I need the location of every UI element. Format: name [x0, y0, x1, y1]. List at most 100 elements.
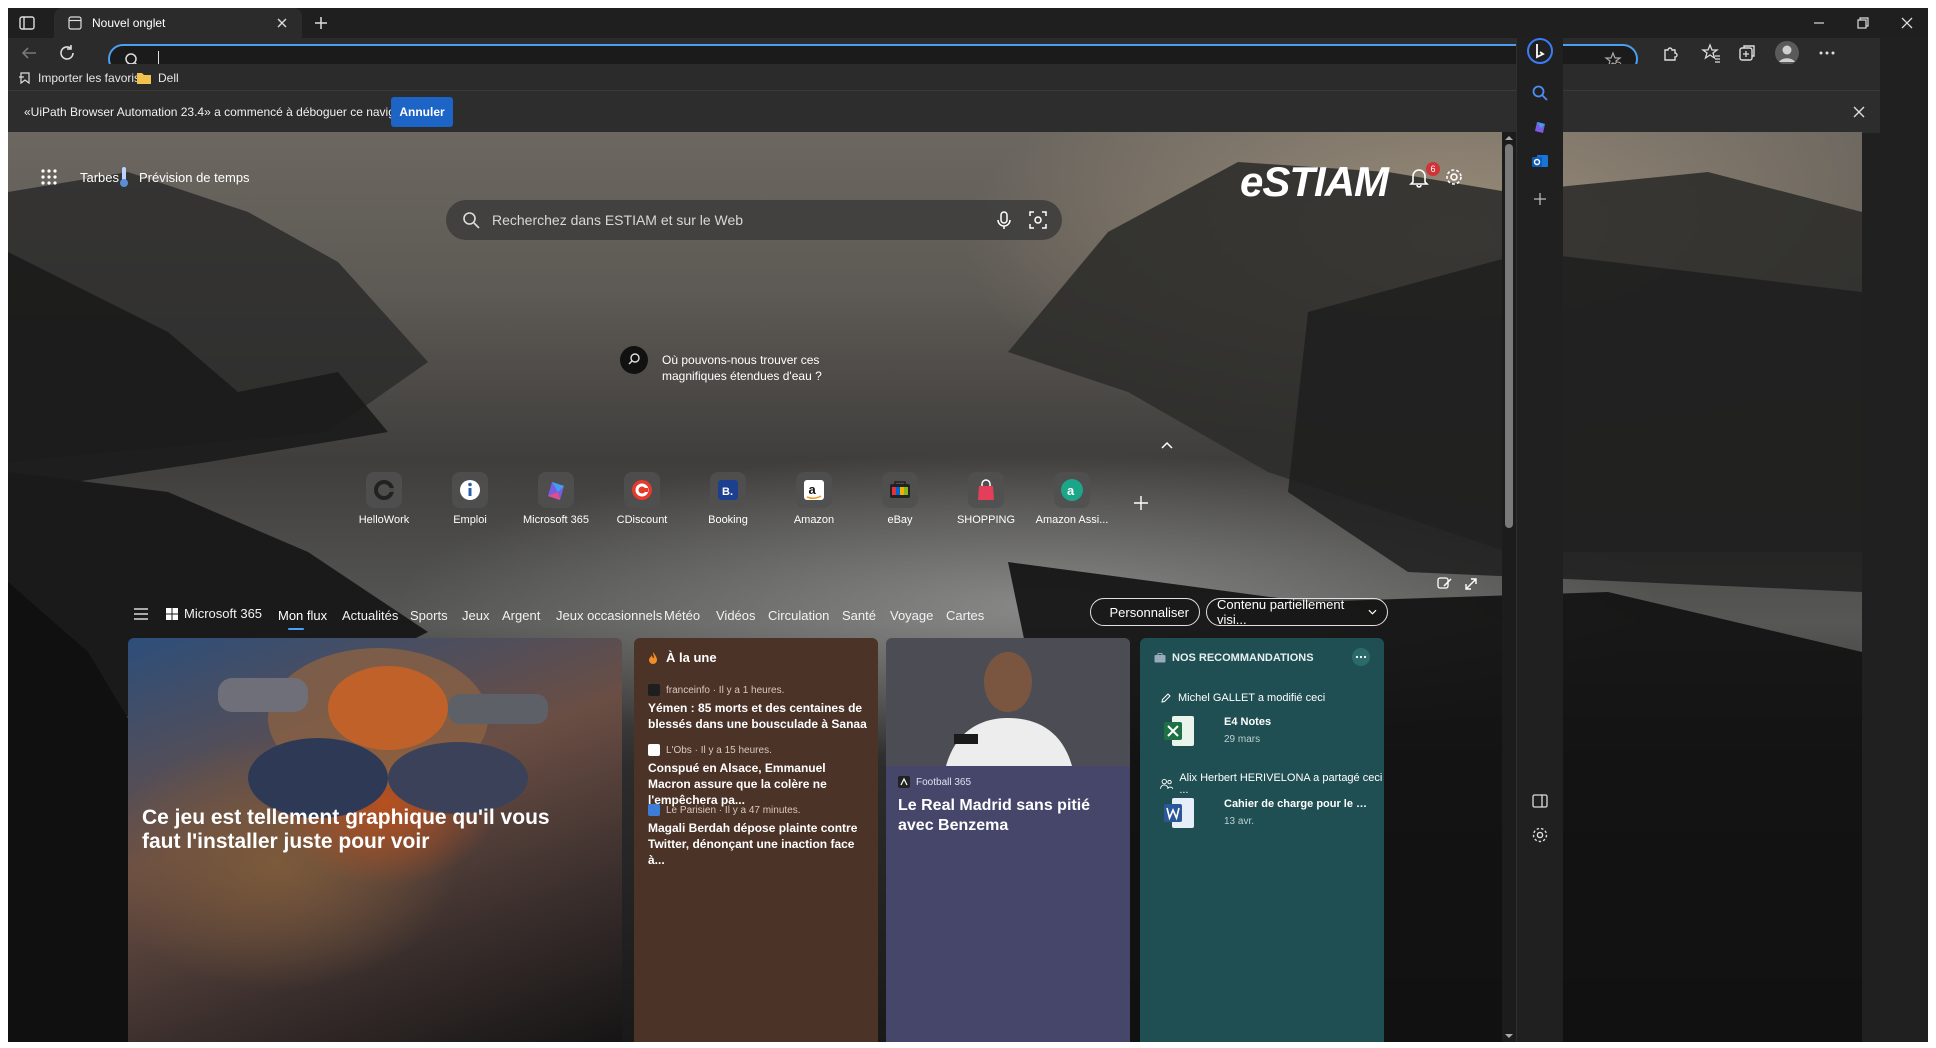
image-info-button[interactable]: [620, 346, 648, 374]
personalize-label: Personnaliser: [1109, 604, 1190, 620]
tab-actions-icon[interactable]: [18, 14, 36, 32]
news-item[interactable]: Le Parisien · Il y a 47 minutes. Magali …: [648, 804, 868, 868]
close-window-button[interactable]: [1898, 14, 1916, 32]
nav-voyage[interactable]: Voyage: [890, 608, 933, 623]
svg-text:a: a: [809, 482, 817, 497]
file-name: E4 Notes: [1224, 716, 1272, 728]
page-scrollbar[interactable]: [1502, 132, 1516, 1042]
plus-icon[interactable]: [1531, 190, 1549, 208]
split-screen-icon[interactable]: [1531, 792, 1549, 810]
news-title: Conspué en Alsace, Emmanuel Macron assur…: [648, 761, 827, 807]
browser-window: Nouvel onglet Importer les favoris Dell …: [8, 8, 1928, 1042]
personalize-button[interactable]: Personnaliser: [1090, 598, 1200, 626]
nav-cartes[interactable]: Cartes: [946, 608, 984, 623]
search-icon: [463, 212, 480, 229]
chevron-up-icon[interactable]: [1160, 438, 1174, 452]
restore-button[interactable]: [1854, 14, 1872, 32]
quick-link-amazon[interactable]: a Amazon: [772, 472, 856, 538]
apps-grid-icon[interactable]: [40, 168, 58, 186]
nav-meteo[interactable]: Météo: [664, 608, 700, 623]
profile-icon[interactable]: [1774, 40, 1800, 66]
back-icon[interactable]: [18, 42, 40, 64]
nav-sante[interactable]: Santé: [842, 608, 876, 623]
nav-label: Microsoft 365: [184, 606, 263, 621]
hero-article-title: Ce jeu est tellement graphique qu'il vou…: [142, 806, 550, 853]
top-stories-header: À la une: [648, 650, 717, 665]
collections-icon[interactable]: [1736, 42, 1758, 64]
copilot-icon[interactable]: [1531, 118, 1549, 136]
web-search-box[interactable]: Recherchez dans ESTIAM et sur le Web: [446, 200, 1062, 240]
more-options-button[interactable]: [1352, 648, 1370, 666]
weather-forecast-link[interactable]: Prévision de temps: [139, 170, 250, 185]
content-visibility-dropdown[interactable]: Contenu partiellement visi...: [1206, 597, 1388, 627]
nav-jeux-occasionnels[interactable]: Jeux occasionnels: [556, 608, 662, 623]
nav-argent[interactable]: Argent: [502, 608, 540, 623]
gear-icon[interactable]: [1531, 826, 1549, 844]
quick-link-amazon-assistant[interactable]: a Amazon Assi...: [1030, 472, 1114, 538]
search-placeholder: Recherchez dans ESTIAM et sur le Web: [492, 212, 744, 228]
nav-jeux[interactable]: Jeux: [462, 608, 489, 623]
quick-link-label: Booking: [708, 514, 748, 526]
quick-link-booking[interactable]: B. Booking: [686, 472, 770, 538]
recommended-file[interactable]: Cahier de charge pour le Proj... 13 avr.: [1164, 796, 1374, 836]
quick-link-label: CDiscount: [616, 514, 668, 526]
favorites-bar: Importer les favoris Dell: [8, 64, 1880, 90]
nav-actualites[interactable]: Actualités: [342, 608, 398, 623]
more-icon: [1355, 655, 1367, 659]
extensions-icon[interactable]: [1660, 42, 1682, 64]
news-item[interactable]: L'Obs · Il y a 15 heures. Conspué en Als…: [648, 744, 868, 808]
search-icon[interactable]: [1531, 84, 1549, 102]
outlook-icon[interactable]: [1531, 152, 1549, 170]
favorite-import[interactable]: Importer les favoris: [18, 69, 140, 87]
top-stories-card: À la une franceinfo · Il y a 1 heures. Y…: [634, 638, 878, 1042]
hamburger-icon[interactable]: [134, 608, 148, 620]
sport-article-card[interactable]: Football 365 Le Real Madrid sans pitié a…: [886, 638, 1130, 1042]
close-icon[interactable]: [274, 15, 290, 31]
favorite-folder-dell[interactable]: Dell: [136, 69, 179, 87]
page-icon: [68, 16, 82, 30]
add-quick-link-icon[interactable]: [1132, 494, 1150, 512]
cancel-button[interactable]: Annuler: [391, 97, 453, 127]
debug-infobar: «UiPath Browser Automation 23.4» a comme…: [8, 90, 1880, 133]
screen-edge: [0, 1042, 1936, 1048]
news-source: franceinfo · Il y a 1 heures.: [666, 684, 785, 696]
recommended-file[interactable]: E4 Notes 29 mars: [1164, 714, 1374, 754]
minimize-button[interactable]: [1810, 14, 1828, 32]
gear-icon[interactable]: [1444, 167, 1464, 187]
hero-article-card[interactable]: Ce jeu est tellement graphique qu'il vou…: [128, 638, 622, 1042]
nav-videos[interactable]: Vidéos: [716, 608, 756, 623]
refresh-icon[interactable]: [56, 42, 78, 64]
news-item[interactable]: franceinfo · Il y a 1 heures. Yémen : 85…: [648, 684, 868, 732]
fullscreen-icon[interactable]: [1465, 578, 1477, 590]
scroll-up-icon[interactable]: [1505, 134, 1513, 142]
quick-link-microsoft-365[interactable]: Microsoft 365: [514, 472, 598, 538]
quick-link-cdiscount[interactable]: CDiscount: [600, 472, 684, 538]
ebay-icon: [890, 481, 910, 498]
more-icon[interactable]: [1816, 42, 1838, 64]
bing-icon[interactable]: [1527, 38, 1553, 64]
image-caption[interactable]: Où pouvons-nous trouver ces magnifiques …: [662, 352, 832, 384]
quick-link-shopping[interactable]: SHOPPING: [944, 472, 1028, 538]
nav-circulation[interactable]: Circulation: [768, 608, 829, 623]
location-label[interactable]: Tarbes: [80, 170, 119, 185]
scrollbar-thumb[interactable]: [1505, 144, 1513, 528]
quick-link-ebay[interactable]: eBay: [858, 472, 942, 538]
scroll-down-icon[interactable]: [1505, 1032, 1513, 1040]
microsoft-365-icon: [548, 482, 564, 500]
visual-search-icon[interactable]: [1028, 210, 1048, 230]
close-icon[interactable]: [1852, 105, 1866, 119]
tab-new-tab[interactable]: Nouvel onglet: [54, 8, 302, 38]
nav-microsoft-365[interactable]: Microsoft 365: [166, 606, 262, 621]
amazon-assistant-icon: a: [1061, 479, 1083, 501]
news-title: Yémen : 85 morts et des centaines de ble…: [648, 701, 867, 731]
mic-icon[interactable]: [994, 210, 1014, 230]
edit-background-icon[interactable]: [1437, 577, 1452, 589]
quick-link-emploi[interactable]: Emploi: [428, 472, 512, 538]
quick-link-hellowork[interactable]: HelloWork: [342, 472, 426, 538]
activity-text: Alix Herbert HERIVELONA a partagé ceci .…: [1179, 772, 1383, 796]
nav-sports[interactable]: Sports: [410, 608, 448, 623]
nav-mon-flux[interactable]: Mon flux: [278, 608, 327, 623]
favorites-icon[interactable]: [1700, 42, 1722, 64]
new-tab-button[interactable]: [312, 14, 330, 32]
favorite-label: Importer les favoris: [38, 71, 141, 85]
